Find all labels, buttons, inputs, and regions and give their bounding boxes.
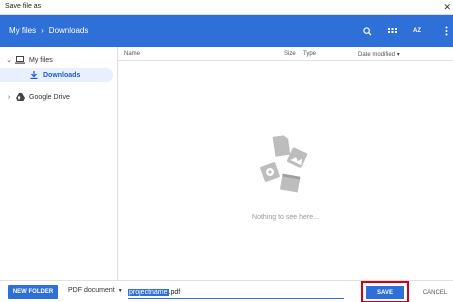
sidebar-item-my-files[interactable]: ⌄ My files <box>4 53 121 67</box>
footer-bar: NEW FOLDER PDF document ▼ projectname .pd… <box>0 280 453 302</box>
column-date-modified[interactable]: Date modified ▾ <box>358 51 400 58</box>
search-icon[interactable] <box>360 24 374 38</box>
file-list: Nothing to see here... <box>118 62 453 280</box>
column-name[interactable]: Name <box>124 51 140 57</box>
save-button[interactable]: SAVE <box>366 286 404 299</box>
filename-extension: .pdf <box>168 288 181 296</box>
cancel-button[interactable]: CANCEL <box>420 286 450 299</box>
empty-folder-illustration-icon <box>258 132 318 202</box>
chevron-right-icon[interactable]: › <box>4 94 14 101</box>
close-icon[interactable]: ✕ <box>443 1 451 13</box>
window-title: Save file as <box>5 3 42 10</box>
drive-icon <box>14 93 26 101</box>
column-type[interactable]: Type <box>303 51 316 57</box>
grid-view-icon[interactable] <box>385 24 399 38</box>
more-vert-icon[interactable] <box>439 24 453 38</box>
sidebar-item-label: Google Drive <box>29 93 70 101</box>
filename-selected-text: projectname <box>128 288 169 296</box>
chevron-right-icon: › <box>41 26 44 35</box>
chevron-down-icon[interactable]: ⌄ <box>4 56 14 64</box>
column-date-label: Date modified <box>358 52 396 58</box>
breadcrumb: My files › Downloads <box>9 26 88 35</box>
save-highlight-box: SAVE <box>361 281 409 302</box>
sidebar-item-google-drive[interactable]: › Google Drive <box>4 90 121 104</box>
file-type-value: PDF document <box>68 287 115 294</box>
new-folder-button[interactable]: NEW FOLDER <box>8 285 58 299</box>
download-icon <box>28 71 40 79</box>
filename-input[interactable]: projectname .pdf <box>128 286 344 299</box>
breadcrumb-my-files[interactable]: My files <box>9 26 36 35</box>
sidebar-item-downloads[interactable]: Downloads <box>0 68 113 82</box>
sidebar-item-label: Downloads <box>43 71 81 79</box>
header-bar: My files › Downloads AZ <box>0 15 453 47</box>
sidebar: ⌄ My files Downloads › Google Drive <box>0 47 117 280</box>
window-titlebar: Save file as ✕ <box>0 0 453 15</box>
sort-icon[interactable]: AZ <box>410 24 424 38</box>
empty-state-message: Nothing to see here... <box>252 214 319 221</box>
sidebar-item-label: My files <box>29 56 53 64</box>
file-type-select[interactable]: PDF document ▼ <box>68 287 123 294</box>
breadcrumb-downloads[interactable]: Downloads <box>49 26 89 35</box>
laptop-icon <box>14 56 26 64</box>
column-size[interactable]: Size <box>284 51 296 57</box>
chevron-down-icon: ▼ <box>117 287 123 294</box>
sort-arrow-icon: ▾ <box>396 52 400 58</box>
file-list-header: Name Size Type Date modified ▾ <box>118 47 453 61</box>
